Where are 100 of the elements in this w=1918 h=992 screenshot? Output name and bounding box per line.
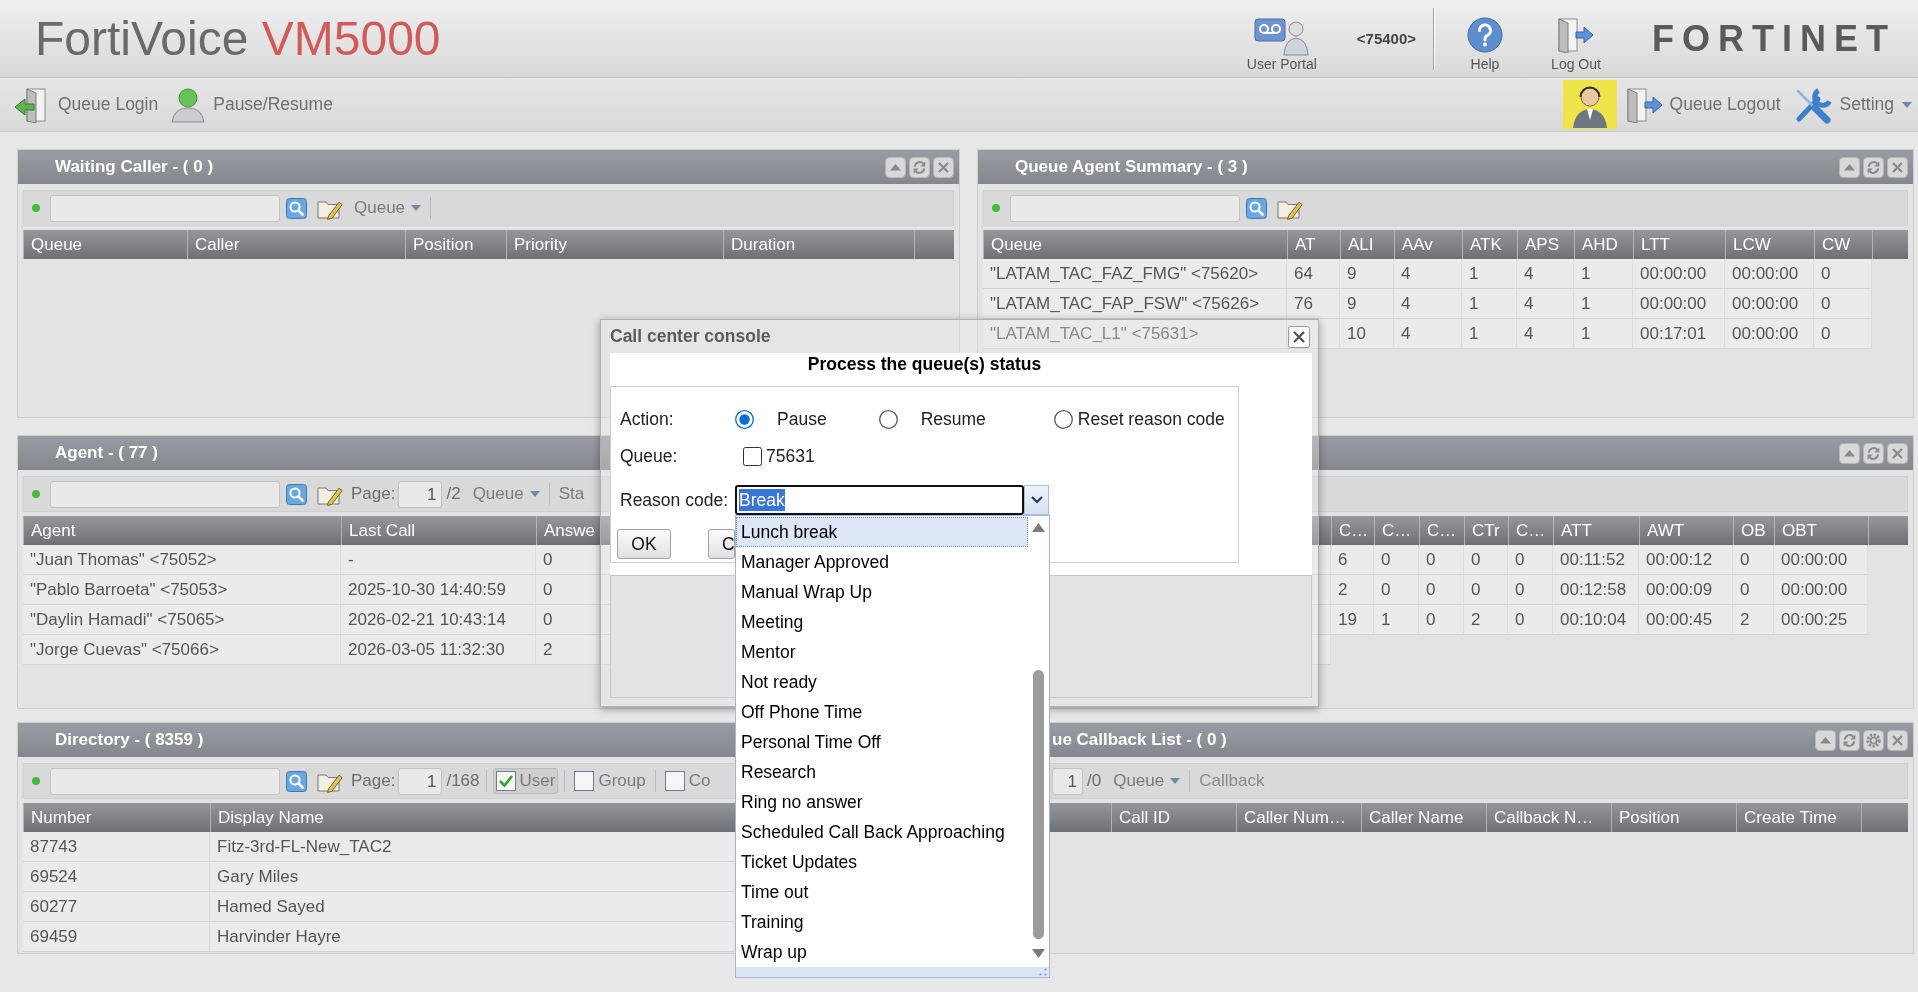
table-cell: 00:00:00: [1725, 319, 1814, 349]
agent-headset-icon[interactable]: [1562, 80, 1617, 129]
filter-toggle[interactable]: Group: [571, 768, 649, 794]
queue-logout-button[interactable]: Queue Logout: [1624, 86, 1781, 123]
table-cell: 4: [1517, 259, 1574, 289]
search-field[interactable]: [50, 767, 280, 795]
dialog-heading: Process the queue(s) status: [806, 353, 1043, 376]
queue-dropdown[interactable]: Queue: [354, 198, 422, 218]
resize-grip-icon[interactable]: [1039, 968, 1047, 976]
table-cell: 0: [1733, 575, 1774, 605]
table-cell: 2026-02-21 10:43:14: [341, 605, 536, 635]
table-cell: 10: [1340, 319, 1394, 349]
radio-button[interactable]: [1053, 409, 1073, 429]
search-field[interactable]: [50, 480, 280, 508]
dropdown-option[interactable]: Ring no answer: [736, 787, 1028, 817]
status-dot-icon: [32, 204, 40, 212]
select-field[interactable]: Break: [735, 485, 1024, 515]
queue-dropdown[interactable]: Queue: [472, 484, 540, 504]
column-header[interactable]: Caller: [187, 230, 405, 259]
filter-toggle[interactable]: User: [492, 768, 559, 794]
queue-login-button[interactable]: Queue Login: [13, 86, 159, 123]
checkbox[interactable]: [495, 771, 516, 791]
refresh-icon[interactable]: [1839, 729, 1860, 751]
dropdown-option[interactable]: Meeting: [736, 607, 1028, 637]
radio-button[interactable]: [878, 409, 898, 429]
user-portal-button[interactable]: User Portal: [1241, 0, 1322, 78]
brand-logo: FORTINET: [1652, 17, 1896, 60]
collapse-icon[interactable]: [1815, 729, 1836, 751]
queue-dropdown[interactable]: Queue: [1113, 771, 1181, 791]
checkbox[interactable]: [664, 771, 685, 791]
dropdown-option[interactable]: Off Phone Time: [736, 697, 1028, 727]
caret-icon: [1902, 101, 1912, 108]
dropdown-option[interactable]: Personal Time Off: [736, 727, 1028, 757]
dropdown-option[interactable]: Ticket Updates: [736, 847, 1028, 877]
table-cell: 0: [1508, 605, 1553, 635]
field-label: Queue:: [620, 445, 679, 467]
voicemail-agent-icon: [1253, 15, 1310, 56]
table-cell: Gary Miles: [210, 862, 735, 892]
table-cell: 00:17:01: [1633, 319, 1725, 349]
column-header[interactable]: Create Time: [1736, 803, 1861, 832]
caret-icon: [1170, 778, 1181, 784]
panel-title: ue Callback List - ( 0 ): [1052, 730, 1227, 750]
column-header[interactable]: Caller Num…: [1236, 803, 1361, 832]
table-cell: 00:00:45: [1639, 605, 1733, 635]
dropdown-option[interactable]: Scheduled Call Back Approaching: [736, 817, 1028, 847]
dialog-button[interactable]: OK: [617, 529, 671, 559]
radio-button[interactable]: [735, 409, 754, 429]
search-field[interactable]: [50, 194, 280, 222]
column-header[interactable]: Position: [1611, 803, 1736, 832]
dropdown-option[interactable]: Not ready: [736, 667, 1028, 697]
refresh-icon[interactable]: [909, 156, 930, 178]
help-button[interactable]: Help: [1455, 0, 1515, 78]
table-cell: 1: [1462, 289, 1517, 319]
table-cell: 0: [1419, 575, 1464, 605]
column-header[interactable]: Queue: [23, 230, 187, 259]
refresh-icon[interactable]: [1863, 442, 1884, 464]
column-header[interactable]: Caller Name: [1361, 803, 1486, 832]
page-field[interactable]: 1: [398, 480, 443, 508]
status-filter[interactable]: Sta: [558, 484, 585, 504]
settings-icon[interactable]: [1863, 729, 1884, 751]
dropdown-option[interactable]: Manager Approved: [736, 547, 1028, 577]
column-header[interactable]: Callback N…: [1486, 803, 1611, 832]
table-cell: 0: [536, 575, 600, 605]
search-icon[interactable]: [286, 483, 307, 505]
dialog-button[interactable]: C: [708, 529, 735, 559]
dropdown-option[interactable]: Time out: [736, 877, 1028, 907]
column-header[interactable]: Position: [405, 230, 506, 259]
page-field[interactable]: 1: [398, 767, 443, 795]
collapse-icon[interactable]: [1839, 156, 1860, 178]
column-header[interactable]: Duration: [723, 230, 914, 259]
table-cell: 69459: [23, 922, 210, 952]
column-header[interactable]: Priority: [506, 230, 723, 259]
table-cell: 0: [1814, 319, 1872, 349]
option-label: Resume: [920, 408, 986, 430]
dropdown-option[interactable]: Research: [736, 757, 1028, 787]
option-label: Reset reason code: [1077, 408, 1225, 430]
column-header[interactable]: Call ID: [1111, 803, 1236, 832]
table-cell: 9: [1340, 289, 1394, 319]
collapse-icon[interactable]: [885, 156, 906, 178]
log-out-button[interactable]: Log Out: [1545, 0, 1607, 78]
dropdown-option[interactable]: Mentor: [736, 637, 1028, 667]
dropdown-option[interactable]: Training: [736, 907, 1028, 937]
checkbox[interactable]: [743, 446, 762, 466]
caret-icon: [411, 205, 422, 211]
close-icon[interactable]: [1288, 325, 1310, 348]
dropdown-option[interactable]: Manual Wrap Up: [736, 577, 1028, 607]
page-field[interactable]: 1: [1052, 767, 1083, 795]
search-icon[interactable]: [286, 197, 307, 219]
search-icon[interactable]: [286, 770, 307, 792]
checkbox[interactable]: [574, 771, 595, 791]
collapse-icon[interactable]: [1839, 442, 1860, 464]
dropdown-button[interactable]: [1024, 485, 1049, 515]
pause-resume-button[interactable]: Pause/Resume: [168, 86, 333, 123]
search-icon[interactable]: [1246, 197, 1267, 219]
search-field[interactable]: [1010, 194, 1240, 222]
setting-button[interactable]: Setting: [1790, 84, 1912, 125]
dropdown-option[interactable]: Lunch break: [736, 517, 1028, 547]
dropdown-option[interactable]: Wrap up: [736, 937, 1028, 967]
filter-toggle[interactable]: Co: [661, 768, 714, 794]
refresh-icon[interactable]: [1863, 156, 1884, 178]
